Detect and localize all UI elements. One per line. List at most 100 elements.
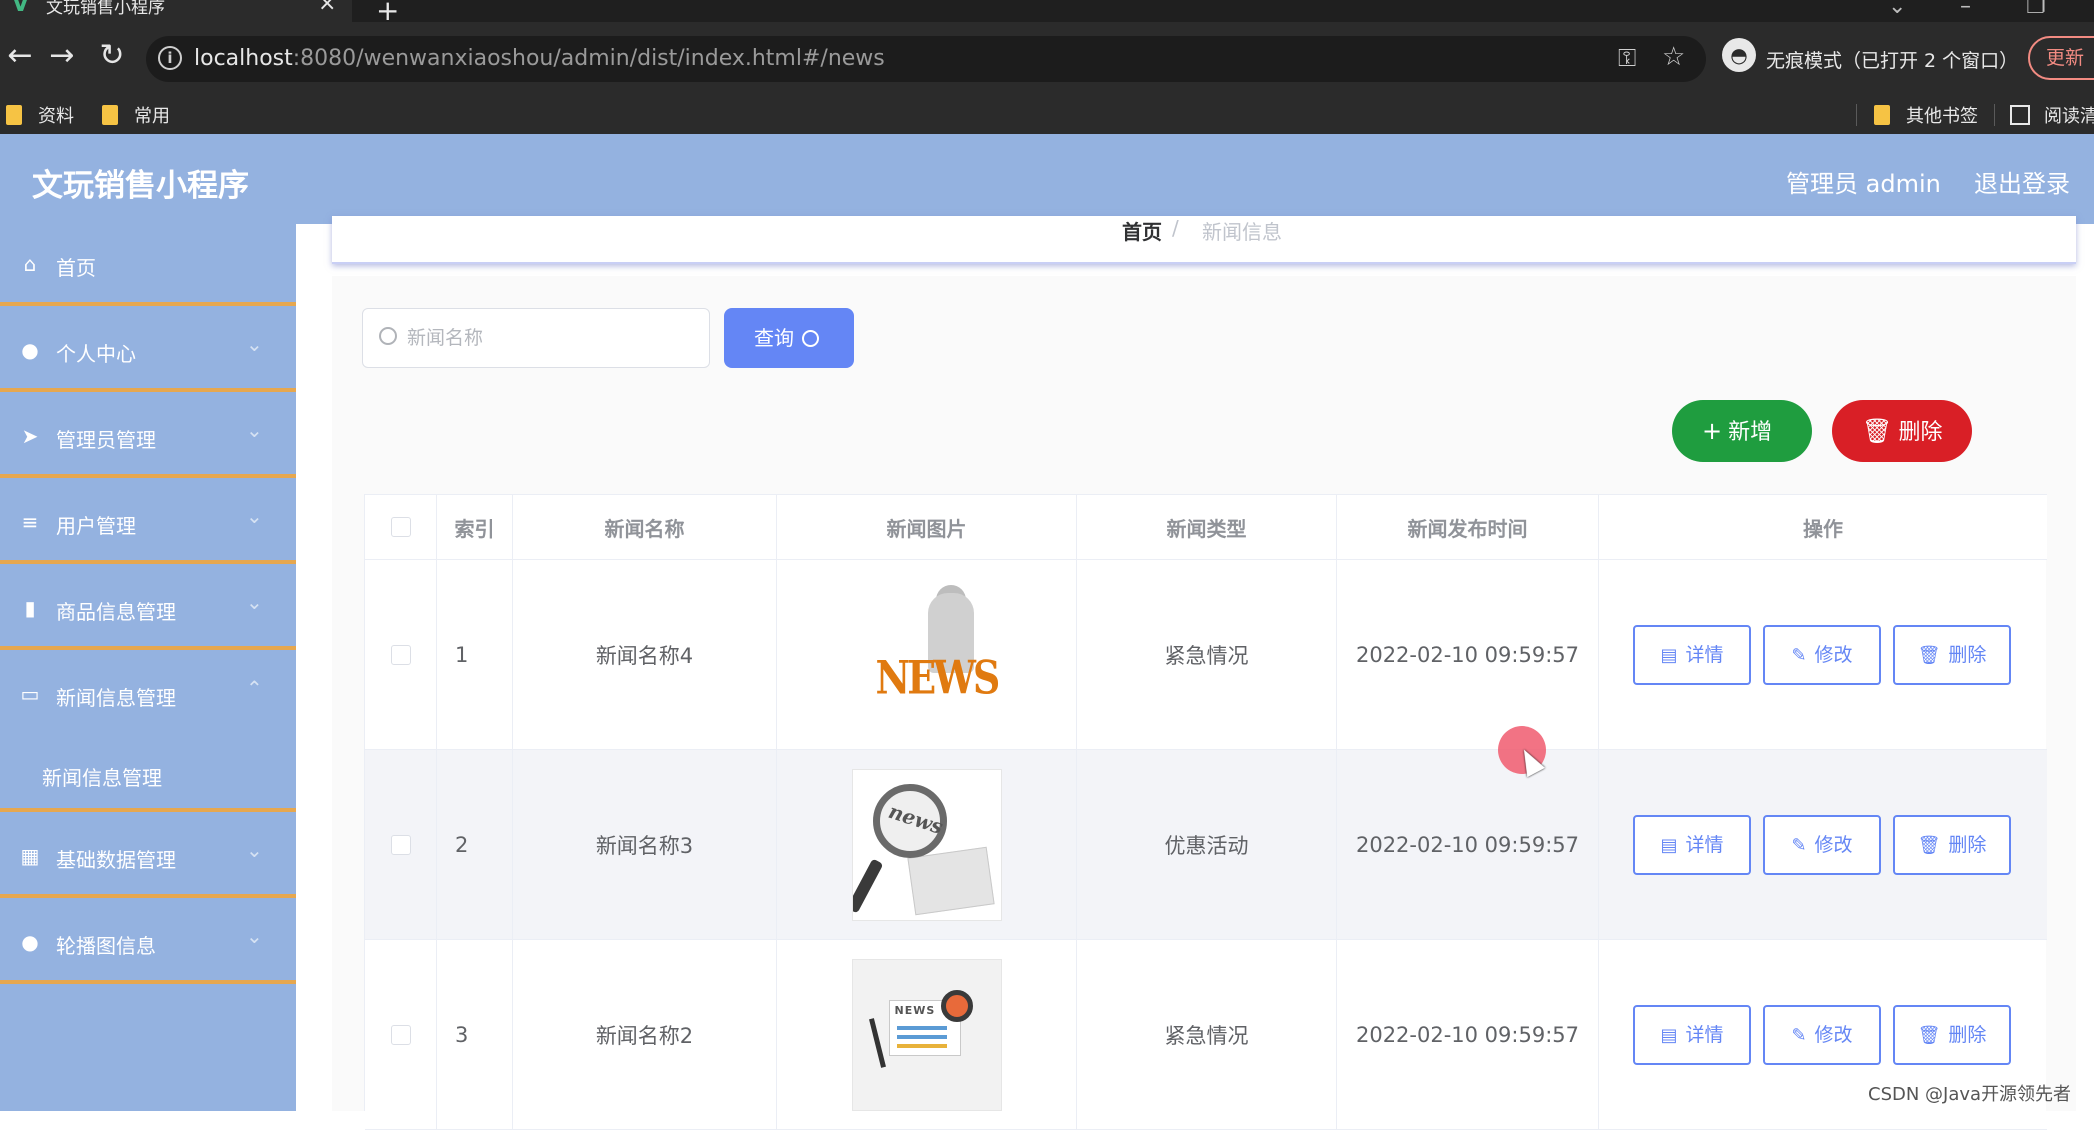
query-button[interactable]: 查询 xyxy=(724,308,854,368)
folder-icon xyxy=(102,105,118,125)
delete-label: 删除 xyxy=(1948,1024,1987,1046)
news-icons-image: NEWS xyxy=(851,958,1002,1111)
sidebar-item-news-management[interactable]: ▭ 新闻信息管理 ⌃ xyxy=(0,654,296,736)
sidebar-item-basic-data[interactable]: ▦ 基础数据管理 ⌄ xyxy=(0,816,296,898)
browser-tab[interactable]: V 文玩销售小程序 × xyxy=(0,0,352,22)
delete-label: 删除 xyxy=(1948,834,1987,856)
row-image-cell: news xyxy=(777,750,1077,939)
breadcrumb-home[interactable]: 首页 xyxy=(1122,216,1162,245)
pencil-icon: ✎ xyxy=(1791,835,1807,856)
sidebar-item-carousel[interactable]: ● 轮播图信息 ⌄ xyxy=(0,902,296,984)
chevron-down-icon: ⌄ xyxy=(246,924,263,948)
row-select-cell xyxy=(365,940,437,1129)
bookmark-folder-ziliao[interactable]: 资料 xyxy=(6,102,74,128)
row-news-name: 新闻名称4 xyxy=(513,560,777,749)
row-select-cell xyxy=(365,560,437,749)
detail-button[interactable]: ▤ 详情 xyxy=(1633,1005,1751,1065)
plus-icon: + xyxy=(1702,417,1723,445)
magnifier-handle xyxy=(852,857,883,914)
incognito-label[interactable]: 无痕模式（已打开 2 个窗口） xyxy=(1766,46,2018,73)
magnifier-newspaper-image: news xyxy=(851,768,1002,921)
pencil-icon: ✎ xyxy=(1791,1025,1807,1046)
column-header-type: 新闻类型 xyxy=(1077,495,1337,559)
forward-icon[interactable]: → xyxy=(42,36,82,76)
row-checkbox[interactable] xyxy=(390,1024,411,1045)
delete-button[interactable]: 🗑 删除 xyxy=(1893,815,2011,875)
column-header-image: 新闻图片 xyxy=(777,495,1077,559)
sidebar-item-label: 商品信息管理 xyxy=(56,600,176,624)
back-icon[interactable]: ← xyxy=(0,36,40,76)
incognito-icon[interactable]: ◓ xyxy=(1722,38,1756,72)
bookmark-star-icon[interactable]: ☆ xyxy=(1662,42,1685,72)
search-field[interactable] xyxy=(362,308,710,368)
site-info-icon[interactable]: i xyxy=(158,46,182,70)
key-icon[interactable]: ⚿ xyxy=(1618,44,1636,72)
chevron-down-icon: ⌄ xyxy=(246,838,263,862)
sidebar-item-label: 轮播图信息 xyxy=(56,934,156,958)
address-bar[interactable]: i localhost:8080/wenwanxiaoshou/admin/di… xyxy=(146,36,1706,82)
trash-icon: 🗑 xyxy=(1917,1025,1941,1046)
select-all-checkbox[interactable] xyxy=(390,517,411,537)
submenu-item-news-management[interactable]: 新闻信息管理 xyxy=(0,736,296,812)
sidebar-item-product-management[interactable]: ▮ 商品信息管理 ⌄ xyxy=(0,568,296,650)
logout-link[interactable]: 退出登录 xyxy=(1974,164,2070,199)
tab-close-icon[interactable]: × xyxy=(318,0,336,15)
update-button[interactable]: 更新 xyxy=(2028,36,2094,80)
restore-icon[interactable]: ❐ xyxy=(2026,0,2046,19)
row-checkbox[interactable] xyxy=(390,834,411,855)
edit-button[interactable]: ✎ 修改 xyxy=(1763,625,1881,685)
table-row: 3 新闻名称2 NEWS 紧急情况 2022-02-10 09:59:57 ▤ 详… xyxy=(365,940,2047,1130)
row-checkbox[interactable] xyxy=(390,644,411,665)
delete-button[interactable]: 🗑 删除 xyxy=(1893,1005,2011,1065)
row-news-type: 紧急情况 xyxy=(1077,940,1337,1129)
reading-list[interactable]: 阅读清 xyxy=(2010,102,2094,128)
document-icon: ▤ xyxy=(1660,835,1678,856)
query-button-label: 查询 xyxy=(754,326,794,350)
trash-icon: 🗑 xyxy=(1917,835,1941,856)
sidebar-item-admin-management[interactable]: ➤ 管理员管理 ⌄ xyxy=(0,396,296,478)
app-header: 文玩销售小程序 管理员 admin 退出登录 xyxy=(0,134,2094,224)
column-header-name: 新闻名称 xyxy=(513,495,777,559)
sidebar-item-label: 首页 xyxy=(56,256,96,280)
detail-button[interactable]: ▤ 详情 xyxy=(1633,815,1751,875)
grid-icon: ▦ xyxy=(20,844,40,868)
row-index: 1 xyxy=(437,560,513,749)
edit-button[interactable]: ✎ 修改 xyxy=(1763,815,1881,875)
url-text[interactable]: localhost:8080/wenwanxiaoshou/admin/dist… xyxy=(194,46,885,71)
bookmark-folder-changyong[interactable]: 常用 xyxy=(102,102,170,128)
vue-favicon-icon: V xyxy=(12,0,30,17)
watermark: CSDN @Java开源领先者 xyxy=(1868,1084,2072,1105)
chevron-down-icon: ⌄ xyxy=(246,504,263,528)
sidebar-item-label: 管理员管理 xyxy=(56,428,156,452)
sidebar-item-user-management[interactable]: ≡ 用户管理 ⌄ xyxy=(0,482,296,564)
lens-text: news xyxy=(885,798,946,839)
search-input[interactable] xyxy=(407,319,697,357)
table-header: 索引 新闻名称 新闻图片 新闻类型 新闻发布时间 操作 xyxy=(365,494,2047,560)
delete-button[interactable]: 🗑 删除 xyxy=(1893,625,2011,685)
news-small-text: NEWS xyxy=(894,1003,936,1017)
pencil-icon: ✎ xyxy=(1791,645,1807,666)
minimize-icon[interactable]: – xyxy=(1960,0,1971,19)
row-news-name: 新闻名称3 xyxy=(513,750,777,939)
detail-label: 详情 xyxy=(1685,1024,1724,1046)
sidebar-item-home[interactable]: ⌂ 首页 xyxy=(0,224,296,306)
other-bookmarks[interactable]: 其他书签 xyxy=(1874,102,1978,128)
tab-search-icon[interactable]: ⌄ xyxy=(1888,0,1906,19)
chevron-down-icon: ⌄ xyxy=(246,590,263,614)
delete-button-label: 删除 xyxy=(1898,420,1943,445)
column-header-actions: 操作 xyxy=(1803,516,1843,541)
batch-delete-button[interactable]: 🗑 删除 xyxy=(1832,400,1972,462)
reload-icon[interactable]: ↻ xyxy=(92,36,132,76)
sidebar-item-personal-center[interactable]: ● 个人中心 ⌄ xyxy=(0,310,296,392)
row-actions-cell: ▤ 详情 ✎ 修改 🗑 删除 xyxy=(1599,560,2047,749)
add-button[interactable]: + 新增 xyxy=(1672,400,1812,462)
reading-list-icon xyxy=(2010,105,2030,125)
user-icon: ● xyxy=(21,338,39,362)
sidebar-item-label: 个人中心 xyxy=(56,342,136,366)
bookmarks-bar: 资料 常用 其他书签 阅读清 xyxy=(0,96,2094,134)
edit-button[interactable]: ✎ 修改 xyxy=(1763,1005,1881,1065)
news-image-text: NEWS xyxy=(875,650,1001,704)
detail-button[interactable]: ▤ 详情 xyxy=(1633,625,1751,685)
trash-icon: 🗑 xyxy=(1862,417,1893,445)
column-header-time: 新闻发布时间 xyxy=(1337,495,1599,559)
